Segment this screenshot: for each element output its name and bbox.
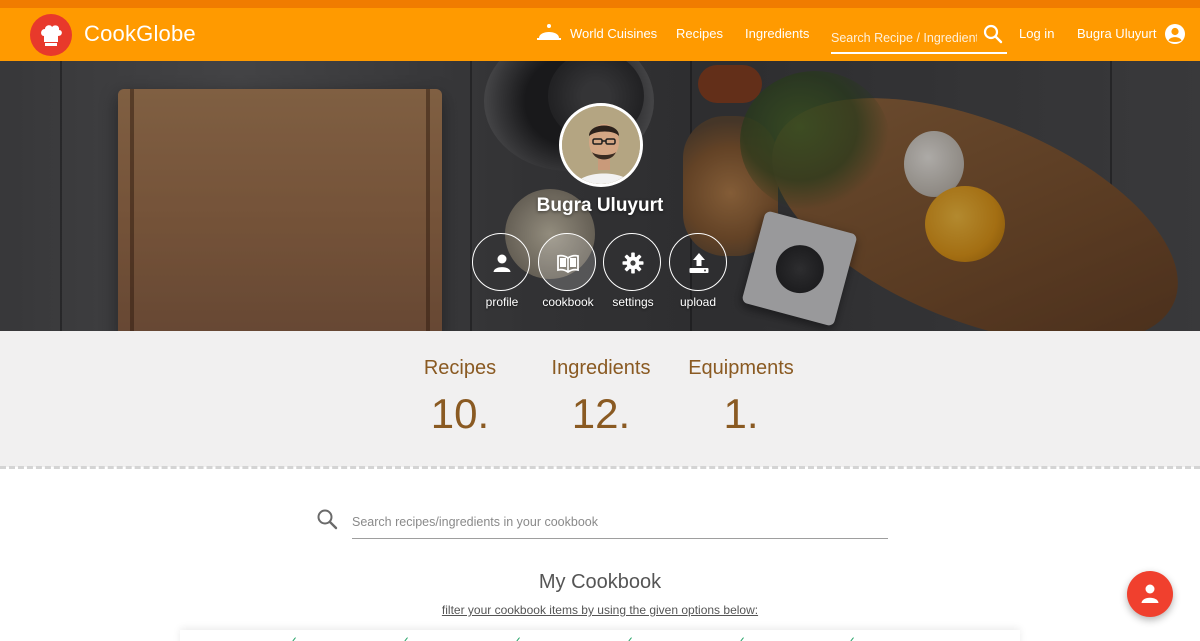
cookbook-search-input[interactable] [352,512,872,532]
login-link[interactable]: Log in [1019,26,1054,41]
cookbook-button[interactable] [538,233,596,291]
profile-name: Bugra Uluyurt [536,195,664,216]
person-icon [1141,584,1159,603]
stat-ingredients[interactable]: Ingredients 12. [526,357,676,438]
nav-ingredients[interactable]: Ingredients [745,26,809,41]
search-icon[interactable] [983,24,1003,49]
settings-button[interactable] [603,233,661,291]
check-icon[interactable]: ✓ [512,634,522,641]
check-icon[interactable]: ✓ [288,634,298,641]
check-icon[interactable]: ✓ [736,634,746,641]
profile-button[interactable] [472,233,530,291]
avatar[interactable] [559,103,643,187]
check-icon[interactable]: ✓ [624,634,634,641]
stat-value: 12. [571,390,631,437]
cookbook-search [352,505,888,539]
stat-recipes[interactable]: Recipes 10. [385,357,535,438]
cookbook-title: My Cookbook [538,571,662,593]
profile-hero-banner: Bugra Uluyurt profile cookbook settings … [0,61,1200,331]
stats-panel: Recipes 10. Ingredients 12. Equipments 1… [0,331,1200,467]
chef-hat-logo-icon[interactable] [30,14,72,56]
header-search [831,20,1007,54]
person-icon [493,254,511,272]
stat-label: Equipments [688,357,794,379]
cookbook-search-icon[interactable] [316,508,338,535]
open-book-icon [557,254,579,274]
user-circle-icon[interactable] [1164,23,1186,50]
user-name-link[interactable]: Bugra Uluyurt [1077,26,1156,41]
check-icon[interactable]: ✓ [400,634,410,641]
cloche-icon [537,23,561,46]
top-navbar: CookGlobe World Cuisines Recipes Ingredi… [0,8,1200,61]
upload-button-label: upload [679,295,717,309]
stat-label: Ingredients [551,357,651,379]
gear-icon [622,252,644,274]
stat-value: 1. [723,390,759,437]
nav-world-cuisines[interactable]: World Cuisines [570,26,657,41]
top-accent-strip [0,0,1200,8]
cookbook-filter-hint[interactable]: filter your cookbook items by using the … [350,603,850,617]
brand-name[interactable]: CookGlobe [84,21,196,47]
upload-button[interactable] [669,233,727,291]
section-divider [0,466,1200,469]
check-icon[interactable]: ✓ [846,634,856,641]
cookbook-filter-bar: ✓ ✓ ✓ ✓ ✓ ✓ [180,630,1020,641]
floating-user-button[interactable] [1127,571,1173,617]
nav-recipes[interactable]: Recipes [676,26,723,41]
stat-label: Recipes [423,357,497,379]
upload-icon [689,253,709,273]
header-search-input[interactable] [831,28,977,48]
stat-value: 10. [430,390,490,437]
stat-equipments[interactable]: Equipments 1. [666,357,816,438]
